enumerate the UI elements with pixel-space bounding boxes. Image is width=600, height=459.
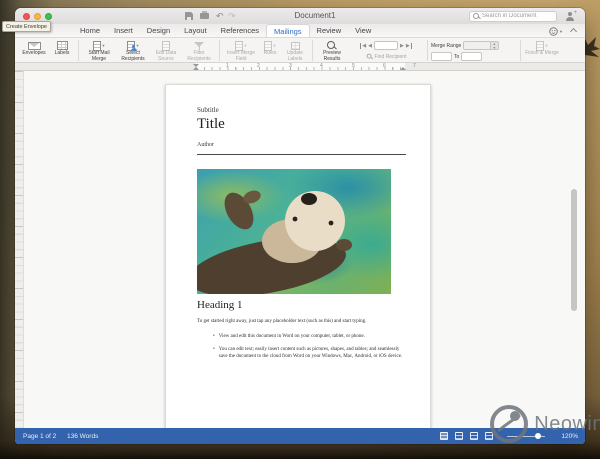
sea-otter-photo[interactable] [197,169,391,294]
preview-results-button[interactable]: Preview Results [316,40,348,62]
to-label: To [454,53,460,60]
tab-layout[interactable]: Layout [177,24,214,37]
document-paragraph: To get started right away, just tap any … [197,319,367,324]
envelopes-button[interactable]: Envelopes [19,40,49,57]
labels-grid-icon [56,41,68,50]
bullet-item: • View and edit this document in Word on… [213,334,365,339]
ribbon-tab-bar: Home Insert Design Layout References Mai… [15,24,585,38]
group-separator [427,40,428,61]
envelope-icon [27,41,41,50]
tab-mailings[interactable]: Mailings [266,24,310,37]
rules-button[interactable]: ▼ Rules [259,40,281,57]
first-record-icon[interactable]: ◀ [360,42,366,49]
group-separator [312,40,313,61]
merge-to-input[interactable] [461,52,483,61]
merge-range-label: Merge Range [431,42,462,49]
outline-view-icon[interactable] [470,432,478,440]
search-box[interactable] [469,10,557,22]
finish-merge-icon [535,40,544,51]
tab-references[interactable]: References [214,24,266,37]
insert-merge-field-button[interactable]: ▼ Insert Merge Field [223,40,259,62]
minimize-button[interactable] [34,12,41,20]
focus-view-icon[interactable] [485,432,493,440]
zoom-level: 120% [561,432,578,440]
word-count[interactable]: 136 Words [67,433,98,440]
document-heading: Heading 1 [197,299,243,311]
print-layout-view-icon[interactable] [440,432,448,440]
web-layout-view-icon[interactable] [455,432,463,440]
vertical-scrollbar-thumb[interactable] [571,189,577,311]
search-icon [473,12,480,20]
document-subtitle: Subtitle [197,106,219,114]
group-separator [78,40,79,61]
tab-review[interactable]: Review [310,24,349,37]
vertical-ruler [15,71,24,428]
tab-view[interactable]: View [348,24,378,37]
dropdown-caret-icon: ▼ [272,43,277,48]
update-labels-button[interactable]: Update Labels [281,40,309,62]
title-rule [197,154,406,155]
start-mail-merge-button[interactable]: ▼ Start Mail Merge [82,40,116,62]
recipients-icon [126,40,137,51]
record-number-input[interactable] [374,41,398,50]
create-envelope-tooltip: Create Envelope [2,21,51,32]
indent-marker[interactable] [193,63,199,70]
print-icon[interactable] [200,11,209,19]
tab-insert[interactable]: Insert [107,24,140,37]
edit-data-source-button[interactable]: Edit Data Source [150,40,182,62]
group-separator [219,40,220,61]
feedback-smiley-icon[interactable]: ▼ [549,27,563,36]
tab-design[interactable]: Design [140,24,177,37]
record-navigation-group: ◀ ◀ ▶ ▶ Find Recipient [348,40,424,60]
filter-recipients-button[interactable]: Filter Recipients [182,40,216,62]
document-title: Title [197,116,225,132]
next-record-icon[interactable]: ▶ [400,43,404,49]
horizontal-ruler: 1 2 3 4 5 6 7 [15,63,585,71]
title-bar: ↶ ↷ Document1 + [15,8,585,24]
document-icon [92,40,101,51]
document-page[interactable]: Subtitle Title Author Heading 1 To get s… [165,84,431,428]
search-input[interactable] [482,13,552,19]
preview-magnifier-icon [327,40,337,51]
merge-from-input[interactable] [431,52,452,61]
desktop-background: ↶ ↷ Document1 + Home Insert Design Layou… [0,0,600,459]
mailings-ribbon: Envelopes Labels ▼ Start Mail Merge ▼ Se… [15,38,585,63]
zoom-slider-knob[interactable] [535,433,541,440]
word-window: ↶ ↷ Document1 + Home Insert Design Layou… [15,8,585,444]
select-recipients-button[interactable]: ▼ Select Recipients [116,40,150,62]
close-button[interactable] [23,12,30,20]
tab-home[interactable]: Home [73,24,107,37]
page-count[interactable]: Page 1 of 2 [23,433,56,440]
bullet-item: • You can edit text; easily insert conte… [213,347,403,359]
filter-funnel-icon [194,41,204,51]
zoom-window-button[interactable] [45,12,52,20]
edit-data-source-icon [162,40,170,51]
last-record-icon[interactable]: ▶ [406,42,412,49]
collapse-ribbon-icon[interactable] [569,27,578,36]
group-separator [520,40,521,61]
status-bar: Page 1 of 2 136 Words 120% [15,428,585,444]
save-icon[interactable] [185,12,193,20]
dropdown-caret-icon: ▼ [101,43,106,48]
dropdown-caret-icon: ▼ [544,43,549,48]
merge-range-group: Merge Range ▲ ▼ To [431,40,517,61]
right-indent-marker[interactable] [400,66,406,70]
finish-merge-button[interactable]: ▼ Finish & Merge [524,40,560,57]
update-labels-icon [290,41,300,50]
redo-icon[interactable]: ↷ [228,11,236,21]
zoom-slider[interactable] [507,433,545,440]
labels-button[interactable]: Labels [49,40,75,57]
find-recipient-icon [366,53,372,60]
document-canvas: Subtitle Title Author Heading 1 To get s… [15,71,585,428]
rules-icon [263,40,272,51]
merge-field-icon [234,40,243,51]
document-author: Author [197,142,214,148]
share-icon[interactable]: + [565,10,577,22]
undo-icon[interactable]: ↶ [216,11,224,21]
previous-record-icon[interactable]: ◀ [368,43,372,49]
dropdown-caret-icon: ▼ [243,43,248,48]
merge-range-select[interactable]: ▲ ▼ [463,41,500,50]
window-title: Document1 [294,11,336,20]
find-recipient-button[interactable]: Find Recipient [366,53,406,60]
